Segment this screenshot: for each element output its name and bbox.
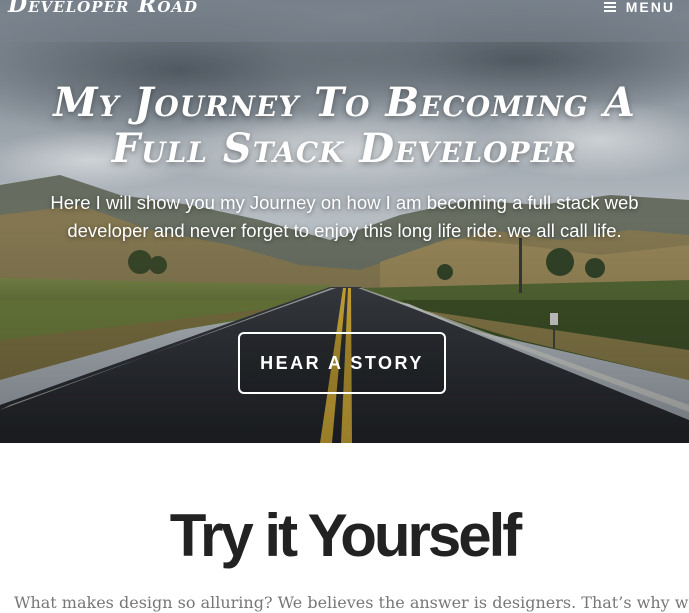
hero-subtitle: Here I will show you my Journey on how I…	[50, 192, 639, 241]
hero-section: Developer Road MENU My Journey To Becomi…	[0, 0, 689, 443]
hamburger-icon	[603, 2, 616, 12]
hear-a-story-button[interactable]: HEAR A STORY	[238, 332, 446, 394]
section-title: Try it Yourself	[169, 502, 523, 569]
section-body-text: What makes design so alluring? We believ…	[14, 593, 689, 612]
menu-label: MENU	[625, 0, 675, 15]
page: Developer Road MENU My Journey To Becomi…	[0, 0, 689, 613]
menu-button[interactable]: MENU	[603, 0, 675, 17]
top-navbar: Developer Road MENU	[0, 0, 689, 42]
site-logo-text[interactable]: Developer Road	[8, 0, 198, 18]
hero-title: My Journey To Becoming A Full Stack Deve…	[53, 79, 636, 172]
